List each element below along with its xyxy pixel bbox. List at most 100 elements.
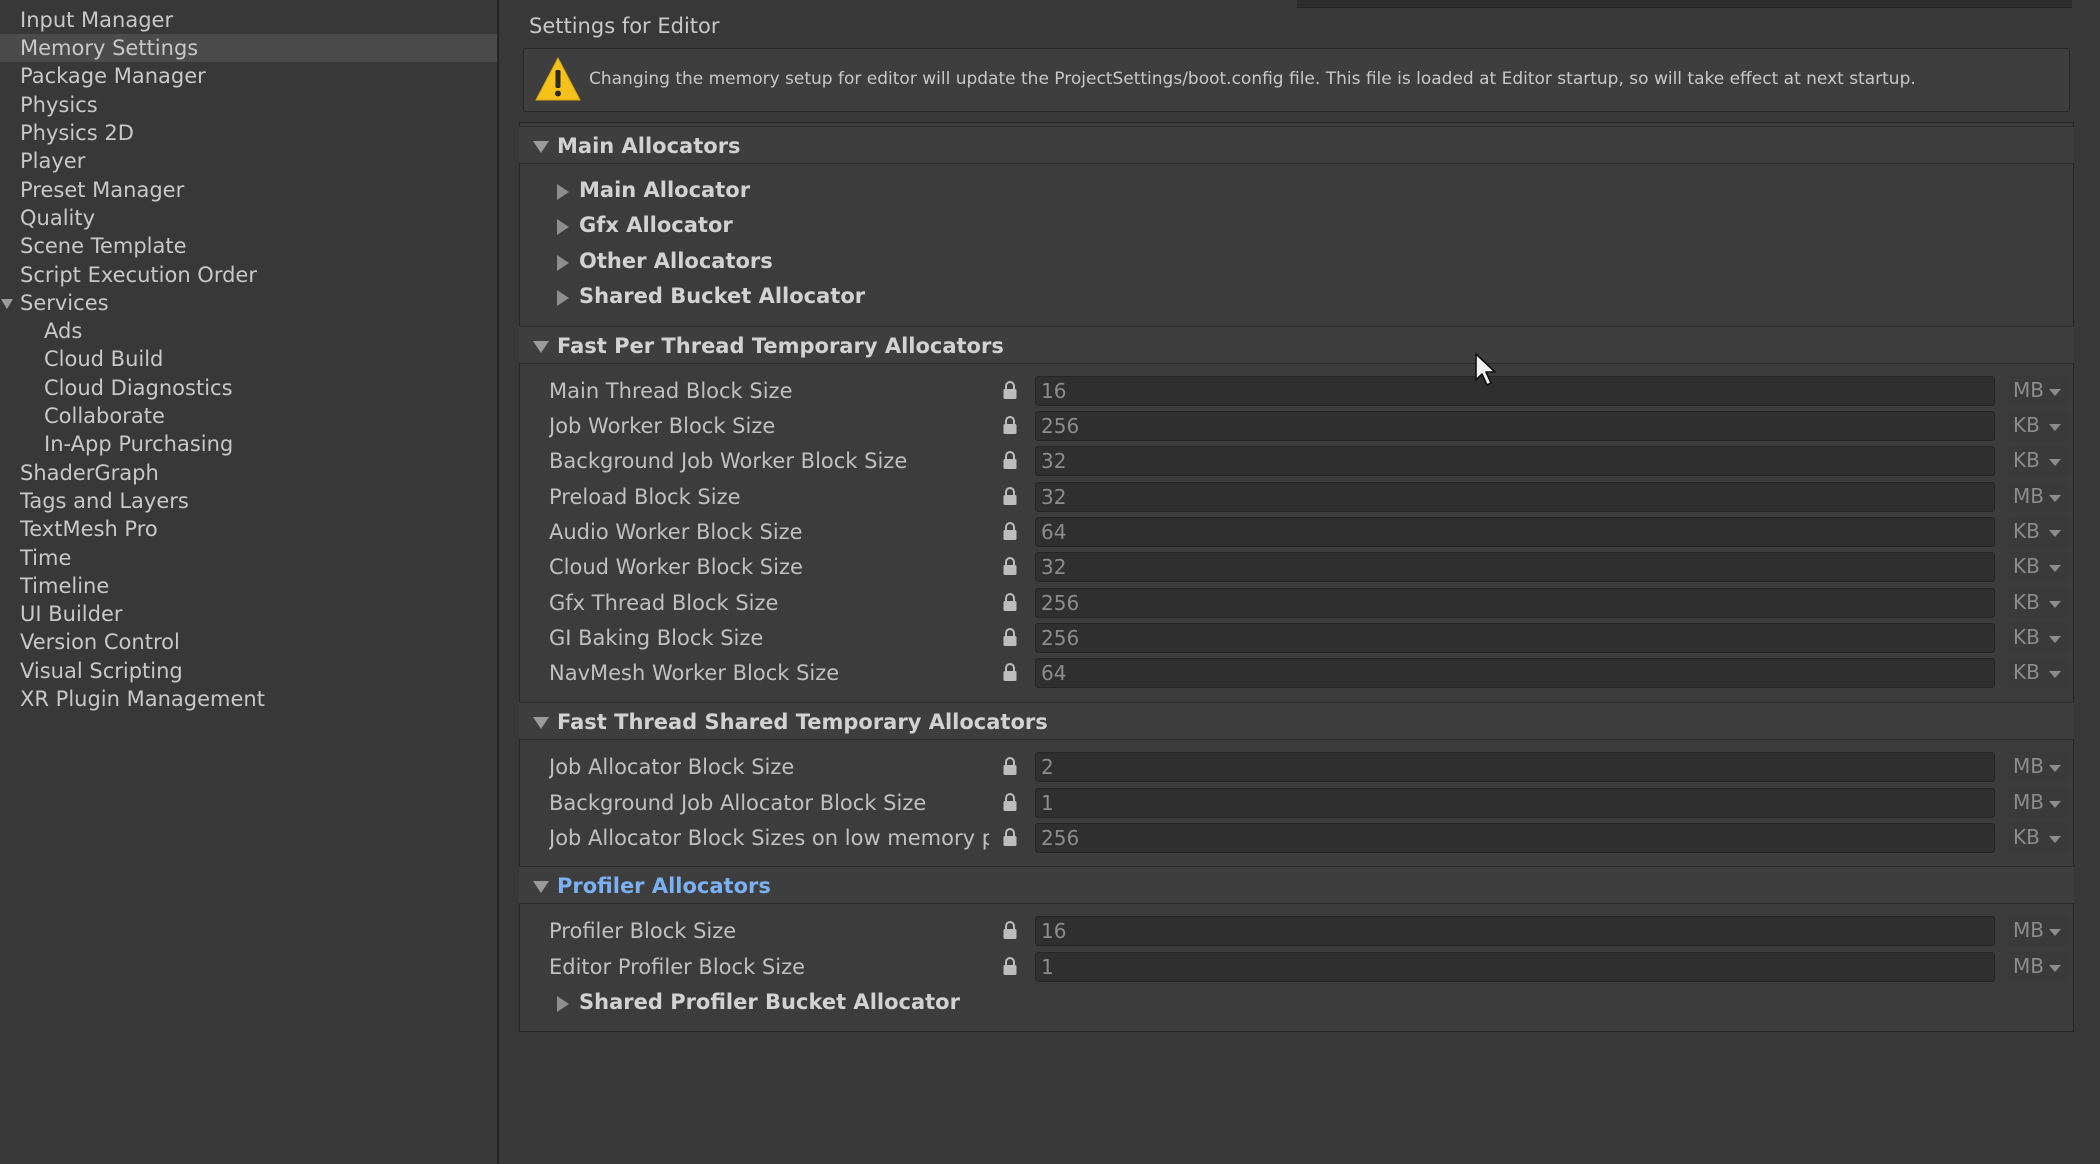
value-field[interactable]: 64: [1035, 658, 1995, 688]
sidebar-item-label: Physics: [20, 93, 98, 117]
foldout-label: Shared Bucket Allocator: [579, 284, 866, 308]
field-gi-baking-block-size: GI Baking Block Size 256 KB: [519, 621, 2074, 655]
sidebar-item-label: Tags and Layers: [20, 489, 189, 513]
value-field[interactable]: 64: [1035, 517, 1995, 547]
sidebar-item-cloud-build[interactable]: Cloud Build: [0, 345, 497, 373]
chevron-down-icon: [2049, 671, 2061, 678]
value-field[interactable]: 2: [1035, 752, 1995, 782]
chevron-down-icon[interactable]: [533, 881, 549, 893]
value-field[interactable]: 256: [1035, 823, 1995, 853]
chevron-down-icon: [2049, 636, 2061, 643]
lock-icon: [1003, 557, 1017, 575]
sidebar-item-label: Memory Settings: [20, 36, 199, 60]
unit-dropdown[interactable]: MB: [2008, 376, 2068, 406]
lock-icon: [1003, 522, 1017, 540]
sidebar-item-physics[interactable]: Physics: [0, 91, 497, 119]
sidebar-item-timeline[interactable]: Timeline: [0, 572, 497, 600]
sidebar-item-script-execution-order[interactable]: Script Execution Order: [0, 261, 497, 289]
section-fast-thread-shared-temporary-allocators[interactable]: Fast Thread Shared Temporary Allocators: [519, 702, 2074, 740]
value-field[interactable]: 32: [1035, 482, 1995, 512]
sidebar-item-in-app-purchasing[interactable]: In-App Purchasing: [0, 430, 497, 458]
sidebar-item-package-manager[interactable]: Package Manager: [0, 62, 497, 90]
sidebar-item-cloud-diagnostics[interactable]: Cloud Diagnostics: [0, 374, 497, 402]
sidebar-item-player[interactable]: Player: [0, 147, 497, 175]
sidebar-item-ui-builder[interactable]: UI Builder: [0, 600, 497, 628]
sidebar-item-physics-2d[interactable]: Physics 2D: [0, 119, 497, 147]
unit-dropdown[interactable]: MB: [2008, 952, 2068, 982]
sidebar-item-shadergraph[interactable]: ShaderGraph: [0, 459, 497, 487]
value-field[interactable]: 256: [1035, 588, 1995, 618]
lock-icon: [1003, 921, 1017, 939]
sidebar-item-label: In-App Purchasing: [44, 432, 234, 456]
sidebar-item-xr-plugin-management[interactable]: XR Plugin Management: [0, 685, 497, 713]
value-field[interactable]: 1: [1035, 788, 1995, 818]
sidebar-item-label: TextMesh Pro: [20, 517, 158, 541]
chevron-right-icon[interactable]: [557, 996, 569, 1012]
sidebar-item-label: UI Builder: [20, 602, 123, 626]
sidebar-item-visual-scripting[interactable]: Visual Scripting: [0, 657, 497, 685]
sidebar-item-label: Cloud Diagnostics: [44, 376, 233, 400]
section-title: Fast Per Thread Temporary Allocators: [557, 334, 1004, 358]
search-field[interactable]: [1297, 0, 2072, 8]
unit-dropdown[interactable]: KB: [2008, 623, 2068, 653]
sidebar-item-scene-template[interactable]: Scene Template: [0, 232, 497, 260]
section-fast-per-thread-temporary-allocators[interactable]: Fast Per Thread Temporary Allocators: [519, 326, 2074, 364]
value-field[interactable]: 32: [1035, 552, 1995, 582]
sidebar-item-input-manager[interactable]: Input Manager: [0, 6, 497, 34]
unit-label: KB: [2013, 625, 2040, 649]
sidebar-item-preset-manager[interactable]: Preset Manager: [0, 176, 497, 204]
value-field[interactable]: 256: [1035, 623, 1995, 653]
unit-label: KB: [2013, 413, 2040, 437]
sidebar-item-tags-and-layers[interactable]: Tags and Layers: [0, 487, 497, 515]
field-label: Background Job Worker Block Size: [549, 449, 908, 473]
field-label: Background Job Allocator Block Size: [549, 791, 927, 815]
chevron-down-icon[interactable]: [533, 141, 549, 153]
sidebar-item-collaborate[interactable]: Collaborate: [0, 402, 497, 430]
sidebar-item-label: Preset Manager: [20, 178, 185, 202]
unit-label: MB: [2013, 484, 2044, 508]
lock-icon: [1003, 487, 1017, 505]
sidebar-item-version-control[interactable]: Version Control: [0, 628, 497, 656]
unit-dropdown[interactable]: KB: [2008, 588, 2068, 618]
unit-label: KB: [2013, 519, 2040, 543]
unit-dropdown[interactable]: KB: [2008, 658, 2068, 688]
chevron-down-icon[interactable]: [533, 341, 549, 353]
unit-dropdown[interactable]: KB: [2008, 411, 2068, 441]
lock-icon: [1003, 593, 1017, 611]
unit-dropdown[interactable]: KB: [2008, 823, 2068, 853]
sidebar-item-label: Collaborate: [44, 404, 165, 428]
sidebar-item-memory-settings[interactable]: Memory Settings: [0, 34, 497, 62]
sidebar-item-time[interactable]: Time: [0, 544, 497, 572]
unit-dropdown[interactable]: MB: [2008, 916, 2068, 946]
unit-dropdown[interactable]: MB: [2008, 752, 2068, 782]
unit-dropdown[interactable]: KB: [2008, 517, 2068, 547]
field-label: Gfx Thread Block Size: [549, 591, 779, 615]
value-field[interactable]: 256: [1035, 411, 1995, 441]
unit-dropdown[interactable]: KB: [2008, 446, 2068, 476]
chevron-down-icon[interactable]: [533, 717, 549, 729]
sidebar-item-quality[interactable]: Quality: [0, 204, 497, 232]
section-main-allocators[interactable]: Main Allocators: [519, 126, 2074, 164]
warning-icon: [535, 56, 581, 101]
value-field[interactable]: 16: [1035, 916, 1995, 946]
unit-dropdown[interactable]: MB: [2008, 788, 2068, 818]
chevron-down-icon[interactable]: [1, 299, 13, 309]
lock-icon: [1003, 381, 1017, 399]
chevron-down-icon: [2049, 565, 2061, 572]
chevron-right-icon[interactable]: [557, 290, 569, 306]
unit-label: KB: [2013, 448, 2040, 472]
sidebar-item-services[interactable]: Services: [0, 289, 497, 317]
value-field[interactable]: 1: [1035, 952, 1995, 982]
section-profiler-allocators[interactable]: Profiler Allocators: [519, 866, 2074, 904]
value-field[interactable]: 16: [1035, 376, 1995, 406]
lock-icon: [1003, 663, 1017, 681]
value-field[interactable]: 32: [1035, 446, 1995, 476]
chevron-right-icon[interactable]: [557, 219, 569, 235]
sidebar-item-textmesh-pro[interactable]: TextMesh Pro: [0, 515, 497, 543]
chevron-right-icon[interactable]: [557, 255, 569, 271]
sidebar-item-ads[interactable]: Ads: [0, 317, 497, 345]
chevron-right-icon[interactable]: [557, 184, 569, 200]
unit-label: KB: [2013, 825, 2040, 849]
unit-dropdown[interactable]: MB: [2008, 482, 2068, 512]
unit-dropdown[interactable]: KB: [2008, 552, 2068, 582]
